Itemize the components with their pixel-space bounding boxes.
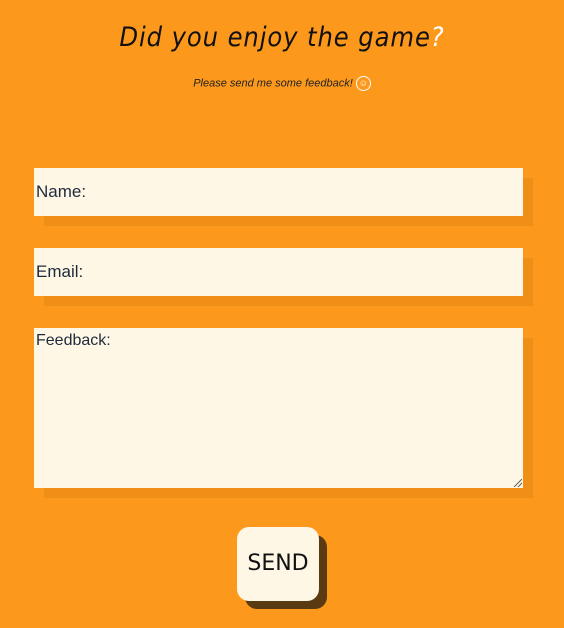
subtitle-text: Please send me some feedback! — [193, 77, 353, 90]
page-title: Did you enjoy the game? — [28, 22, 536, 53]
title-question-mark: ? — [430, 22, 445, 53]
subtitle: Please send me some feedback! ☺ — [0, 76, 564, 91]
title-text: Did you enjoy the game — [119, 22, 431, 53]
name-placeholder: Name: — [36, 182, 87, 201]
smile-icon: ☺ — [355, 76, 371, 91]
resize-handle-icon[interactable] — [514, 479, 522, 487]
send-button[interactable]: SEND — [237, 527, 319, 601]
email-input[interactable]: Email: — [34, 248, 523, 296]
feedback-placeholder: Feedback: — [36, 332, 111, 349]
name-input[interactable]: Name: — [34, 168, 523, 216]
email-placeholder: Email: — [36, 262, 84, 281]
feedback-textarea[interactable]: Feedback: — [34, 328, 523, 488]
